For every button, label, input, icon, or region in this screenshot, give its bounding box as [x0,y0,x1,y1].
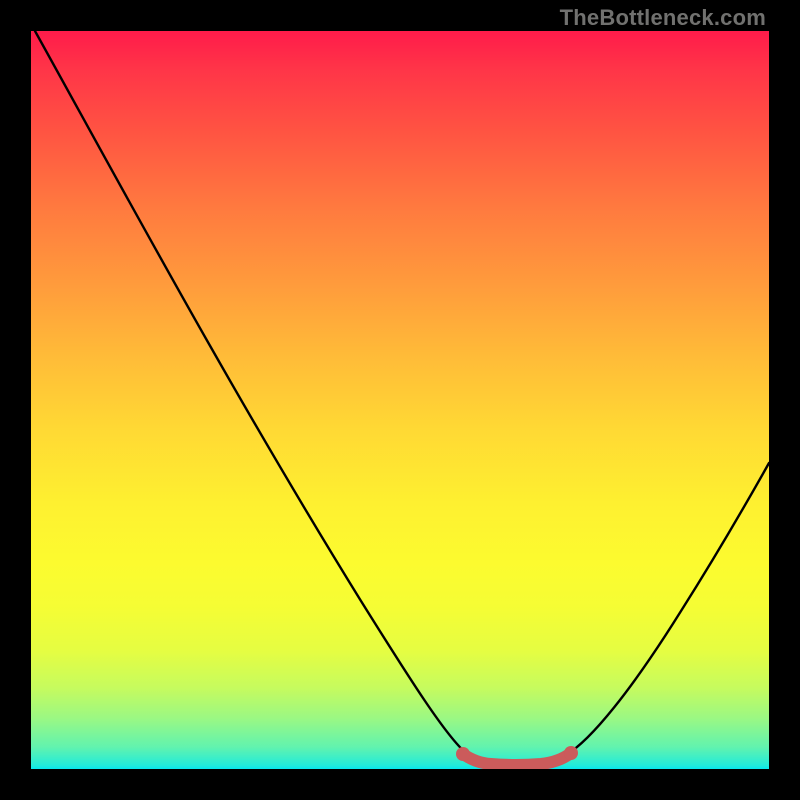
flat-segment-end-dot [564,746,578,760]
chart-frame: TheBottleneck.com [0,0,800,800]
flat-segment-path [463,753,571,765]
plot-area [31,31,769,769]
curve-path [35,31,769,766]
watermark-text: TheBottleneck.com [560,5,766,31]
flat-segment-start-dot [456,747,470,761]
bottleneck-curve [31,31,769,769]
